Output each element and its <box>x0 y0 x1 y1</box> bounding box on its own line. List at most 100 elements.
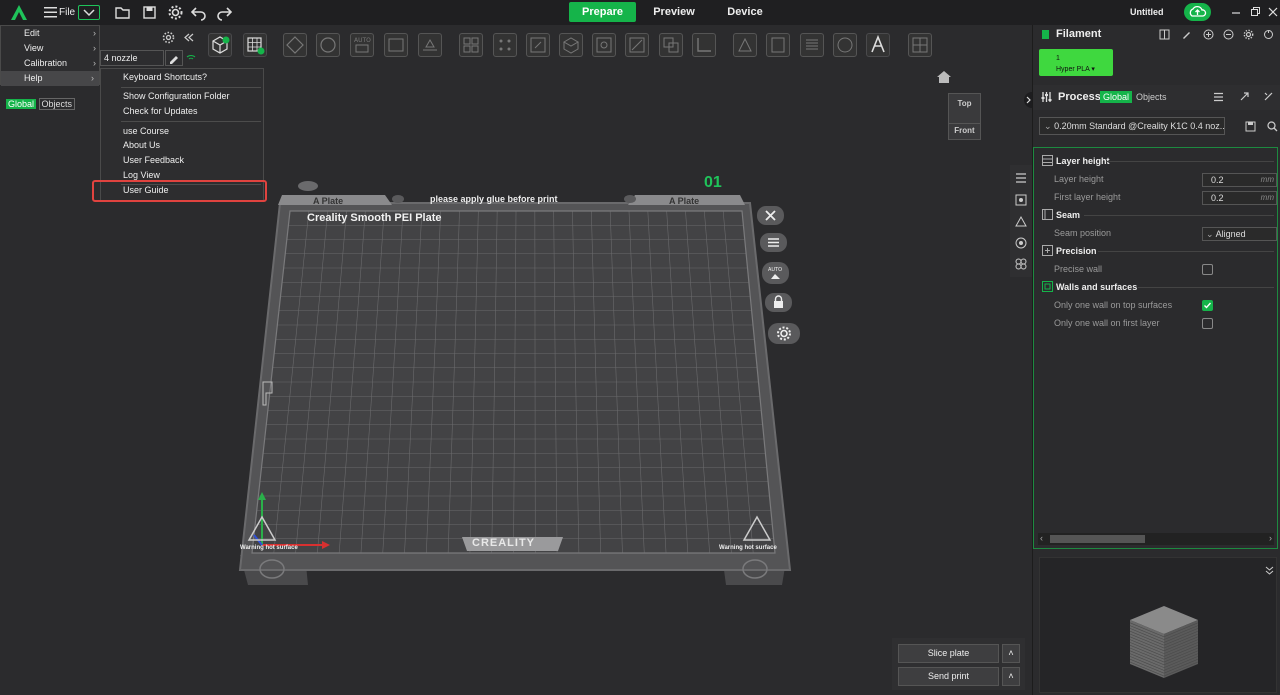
scope-global-button[interactable]: Global <box>6 99 37 109</box>
dropdown-toggle-button[interactable] <box>78 5 100 20</box>
expand-preview-icon[interactable] <box>1265 566 1274 575</box>
add-filament-icon[interactable] <box>1203 29 1214 40</box>
scroll-right-icon[interactable]: › <box>1269 533 1272 543</box>
slice-plate-button[interactable]: Slice plate <box>898 644 999 663</box>
collapse-sidebar-icon[interactable] <box>184 33 194 42</box>
mesh-boolean-tool[interactable] <box>659 33 683 57</box>
open-folder-icon[interactable] <box>114 4 131 21</box>
menu-item-use-course[interactable]: use Course <box>101 124 169 139</box>
assembly-view-tool[interactable] <box>908 33 932 57</box>
menu-item-edit[interactable]: Edit › <box>1 26 101 41</box>
process-advanced-icon[interactable] <box>1263 91 1274 102</box>
filament-sync-icon[interactable] <box>1159 29 1170 40</box>
redo-icon[interactable] <box>216 4 233 21</box>
send-options-button[interactable]: ˄ <box>1002 667 1020 686</box>
add-object-tool[interactable] <box>208 33 232 57</box>
menu-item-view[interactable]: View › <box>1 41 101 56</box>
measure-tool[interactable] <box>692 33 716 57</box>
cut-tool[interactable] <box>625 33 649 57</box>
menu-item-check-updates[interactable]: Check for Updates <box>101 104 198 119</box>
send-print-button[interactable]: Send print <box>898 667 999 686</box>
build-plate[interactable] <box>230 175 810 590</box>
save-preset-icon[interactable] <box>1245 121 1256 132</box>
auto-arrange-tool[interactable]: AUTO <box>350 33 374 57</box>
tab-prepare[interactable]: Prepare <box>569 2 636 22</box>
text-tool[interactable] <box>866 33 890 57</box>
scrollbar-thumb[interactable] <box>1050 535 1145 543</box>
scale-tool[interactable] <box>526 33 550 57</box>
plate-settings-button[interactable] <box>768 323 800 344</box>
filament-settings-icon[interactable] <box>1243 29 1254 40</box>
search-icon[interactable] <box>1267 121 1278 132</box>
auto-orient-tool[interactable] <box>316 33 340 57</box>
filament-refresh-icon[interactable] <box>1263 29 1274 40</box>
collapse-panel-handle[interactable] <box>1024 92 1032 108</box>
menu-item-calibration[interactable]: Calibration › <box>1 56 101 71</box>
support-paint-tool[interactable] <box>733 33 757 57</box>
color-paint-tool[interactable] <box>833 33 857 57</box>
process-objects-button[interactable]: Objects <box>1136 92 1167 102</box>
process-list-icon[interactable] <box>1213 92 1224 102</box>
printer-settings-icon[interactable] <box>162 31 175 44</box>
cloud-upload-button[interactable] <box>1184 3 1211 21</box>
precise-wall-checkbox[interactable] <box>1202 264 1213 275</box>
view-cube[interactable]: Top Front <box>948 93 981 140</box>
one-wall-top-checkbox[interactable] <box>1202 300 1213 311</box>
chevron-right-icon: › <box>93 28 96 38</box>
filament-edit-icon[interactable] <box>1181 29 1192 40</box>
home-view-icon[interactable] <box>936 70 952 84</box>
process-compare-icon[interactable] <box>1239 91 1250 102</box>
view-cube-front[interactable]: Front <box>949 123 980 135</box>
tab-preview[interactable]: Preview <box>644 2 704 22</box>
menu-item-help[interactable]: Help › <box>1 71 99 86</box>
first-layer-height-input[interactable]: 0.2 mm <box>1202 191 1277 205</box>
printer-nozzle-select[interactable]: 4 nozzle <box>100 50 164 66</box>
rotate-tool[interactable] <box>592 33 616 57</box>
add-plate-tool[interactable] <box>243 33 267 57</box>
split-parts-tool[interactable] <box>493 33 517 57</box>
file-menu-label[interactable]: File <box>59 7 75 18</box>
seam-position-label: Seam position <box>1054 228 1112 238</box>
clover-icon[interactable] <box>1014 257 1028 271</box>
filament-slot-1[interactable]: 1 Hyper PLA ▾ <box>1039 49 1113 76</box>
lay-on-face-tool[interactable] <box>418 33 442 57</box>
restore-icon[interactable] <box>1250 7 1260 17</box>
plate-settings-icon[interactable] <box>1014 193 1028 207</box>
menu-item-show-config-folder[interactable]: Show Configuration Folder <box>101 89 230 104</box>
remove-filament-icon[interactable] <box>1223 29 1234 40</box>
layer-height-input[interactable]: 0.2 mm <box>1202 173 1277 187</box>
process-preset-select[interactable]: ⌄ 0.20mm Standard @Creality K1C 0.4 noz.… <box>1039 117 1225 135</box>
object-list-icon[interactable] <box>1014 171 1028 185</box>
orient-tool[interactable] <box>283 33 307 57</box>
auto-orient-plate-button[interactable]: AUTO <box>762 262 789 284</box>
menu-item-user-feedback[interactable]: User Feedback <box>101 153 184 168</box>
slice-options-button[interactable]: ˄ <box>1002 644 1020 663</box>
edit-printer-button[interactable] <box>165 50 183 66</box>
hamburger-menu-icon[interactable] <box>44 6 57 18</box>
delete-plate-button[interactable] <box>757 206 784 225</box>
close-window-icon[interactable] <box>1268 7 1278 17</box>
seam-paint-tool[interactable] <box>766 33 790 57</box>
lock-plate-button[interactable] <box>765 293 792 312</box>
split-objects-tool[interactable] <box>459 33 483 57</box>
view-cube-top[interactable]: Top <box>949 99 980 108</box>
move-tool[interactable] <box>559 33 583 57</box>
minimize-icon[interactable] <box>1231 8 1241 18</box>
scope-objects-button[interactable]: Objects <box>38 98 76 110</box>
menu-item-keyboard-shortcuts[interactable]: Keyboard Shortcuts? <box>101 70 207 85</box>
settings-gear-icon[interactable] <box>167 4 184 21</box>
support-settings-icon[interactable] <box>1014 214 1028 228</box>
horizontal-scrollbar[interactable]: ‹ › <box>1038 533 1274 545</box>
tab-device[interactable]: Device <box>715 2 775 22</box>
undo-icon[interactable] <box>190 4 207 21</box>
scroll-left-icon[interactable]: ‹ <box>1040 533 1043 543</box>
target-icon[interactable] <box>1014 236 1028 250</box>
arrange-tool[interactable] <box>384 33 408 57</box>
save-icon[interactable] <box>141 4 158 21</box>
fuzzy-skin-tool[interactable] <box>800 33 824 57</box>
menu-item-about-us[interactable]: About Us <box>101 138 160 153</box>
process-global-button[interactable]: Global <box>1100 91 1133 103</box>
arrange-plate-button[interactable] <box>760 233 787 252</box>
seam-position-select[interactable]: ⌄ Aligned <box>1202 227 1277 241</box>
one-wall-first-checkbox[interactable] <box>1202 318 1213 329</box>
